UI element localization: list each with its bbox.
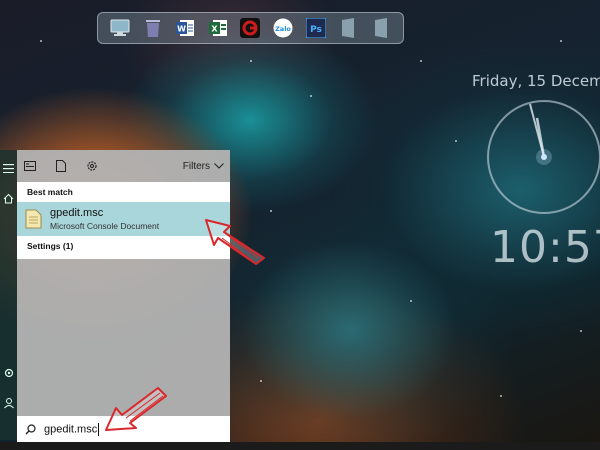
- garena-icon[interactable]: [239, 17, 261, 39]
- console-document-icon: [25, 209, 42, 229]
- star: [250, 60, 252, 62]
- search-icon: [25, 423, 36, 434]
- photoshop-icon[interactable]: Ps: [305, 17, 327, 39]
- hamburger-icon[interactable]: [2, 162, 15, 175]
- search-results: Best match gpedit.msc Microsoft Console …: [17, 182, 230, 259]
- file-icon[interactable]: [337, 17, 359, 39]
- star: [560, 40, 562, 42]
- home-icon[interactable]: [2, 192, 15, 205]
- result-title: gpedit.msc: [50, 207, 104, 219]
- word-icon[interactable]: W: [174, 17, 196, 39]
- best-match-result[interactable]: gpedit.msc Microsoft Console Document: [17, 202, 230, 236]
- star: [455, 140, 457, 142]
- star: [260, 380, 262, 382]
- chevron-down-icon: [214, 163, 224, 169]
- annotation-arrow-result: [205, 219, 265, 265]
- star: [410, 300, 412, 302]
- taskbar: [0, 442, 600, 450]
- recycle-bin-icon[interactable]: [142, 17, 164, 39]
- search-input[interactable]: gpedit.msc: [44, 422, 100, 436]
- user-icon[interactable]: [2, 396, 15, 409]
- panel-toolbar: Filters: [17, 150, 230, 182]
- web-gear-icon[interactable]: [85, 159, 99, 173]
- star: [420, 60, 422, 62]
- filters-button[interactable]: Filters: [183, 161, 224, 172]
- zalo-icon[interactable]: Zalo: [272, 17, 294, 39]
- date-widget: Friday, 15 December: [472, 72, 600, 90]
- result-subtitle: Microsoft Console Document: [50, 221, 160, 231]
- svg-text:W: W: [177, 25, 186, 34]
- analog-clock: [482, 100, 600, 229]
- excel-icon[interactable]: X: [207, 17, 229, 39]
- filters-label: Filters: [182, 160, 210, 172]
- annotation-arrow-search: [105, 387, 167, 431]
- svg-text:X: X: [211, 25, 218, 34]
- documents-icon[interactable]: [54, 159, 68, 173]
- star: [310, 95, 312, 97]
- search-value: gpedit.msc: [44, 422, 98, 435]
- star: [40, 40, 42, 42]
- best-match-header: Best match: [27, 187, 73, 197]
- settings-gear-icon[interactable]: [2, 366, 15, 379]
- settings-results-header[interactable]: Settings (1): [17, 236, 230, 251]
- computer-icon[interactable]: [109, 17, 131, 39]
- star: [580, 330, 582, 332]
- star: [270, 210, 272, 212]
- desktop-dock: W X Zalo Ps: [97, 12, 404, 44]
- digital-clock: 10:57: [490, 222, 600, 273]
- svg-text:Zalo: Zalo: [275, 25, 291, 33]
- star: [500, 395, 502, 397]
- file-icon-2[interactable]: [370, 17, 392, 39]
- start-left-rail: [0, 150, 17, 440]
- svg-text:Ps: Ps: [310, 25, 322, 35]
- apps-icon[interactable]: [23, 159, 37, 173]
